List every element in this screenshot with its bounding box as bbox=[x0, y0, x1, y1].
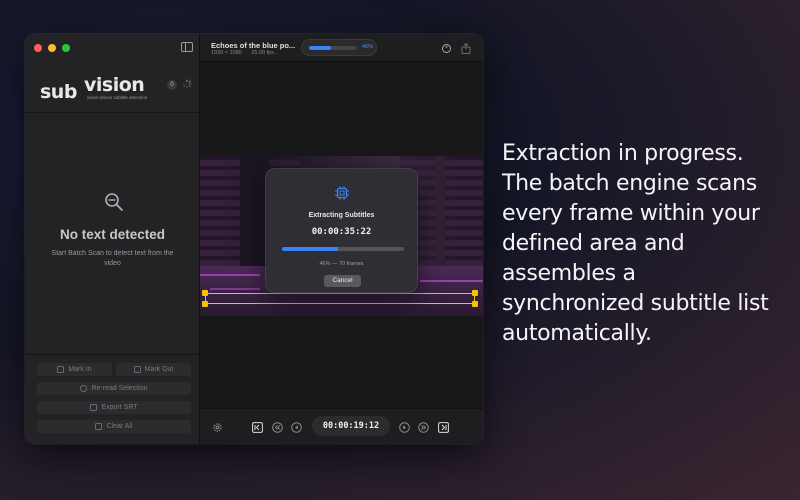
step-back-icon[interactable] bbox=[291, 422, 302, 433]
window-controls bbox=[34, 44, 70, 52]
sidebar-divider bbox=[25, 112, 199, 113]
playhead-timecode: 00:00:19:12 bbox=[312, 416, 390, 436]
dialog-title: Extracting Subtitles bbox=[308, 212, 375, 219]
cancel-button[interactable]: Cancel bbox=[324, 275, 361, 287]
video-neon-stripe-2 bbox=[420, 280, 483, 282]
magnifier-minus-icon bbox=[105, 193, 123, 211]
reread-label: Re-read Selection bbox=[91, 385, 148, 392]
reread-selection-button[interactable]: Re-read Selection bbox=[37, 382, 191, 395]
close-icon[interactable]: × bbox=[442, 44, 451, 53]
settings-gear-icon[interactable] bbox=[212, 422, 223, 433]
dialog-progress-track bbox=[282, 247, 404, 251]
file-meta: 1920 × 1080 25.00 fps... bbox=[211, 50, 279, 56]
empty-state-subtitle: Start Batch Scan to detect text from the… bbox=[51, 250, 174, 267]
mark-in-button[interactable]: Mark In bbox=[37, 363, 112, 376]
selection-handle-top-left[interactable] bbox=[202, 290, 208, 296]
mark-out-icon bbox=[133, 366, 141, 373]
dialog-progress-fill bbox=[282, 247, 339, 251]
minimize-window-button[interactable] bbox=[48, 44, 56, 52]
sidebar-bottom-divider bbox=[25, 354, 199, 355]
scan-progress-label: 46% bbox=[362, 44, 374, 50]
dialog-progress-caption: 46% — 70 frames bbox=[319, 261, 364, 267]
mark-out-label: Mark Out bbox=[144, 366, 174, 373]
file-fps: 25.00 fps... bbox=[251, 50, 279, 56]
trash-icon bbox=[95, 423, 103, 430]
selection-handle-bottom-right[interactable] bbox=[472, 301, 478, 307]
export-label: Export SRT bbox=[101, 404, 138, 411]
skip-forward-icon[interactable] bbox=[418, 422, 429, 433]
clear-all-button[interactable]: Clear All bbox=[37, 420, 191, 433]
video-neon-stripe-1 bbox=[200, 274, 260, 276]
zoom-window-button[interactable] bbox=[62, 44, 70, 52]
scan-progress-pill: 46% bbox=[301, 39, 377, 56]
mark-in-icon bbox=[57, 366, 65, 373]
close-window-button[interactable] bbox=[34, 44, 42, 52]
detected-count-badge: 0 bbox=[167, 80, 177, 90]
export-icon bbox=[90, 404, 98, 411]
jump-to-mark-out-icon[interactable] bbox=[438, 422, 449, 433]
skip-back-icon[interactable] bbox=[272, 422, 283, 433]
playback-controls: 00:00:19:12 bbox=[200, 408, 483, 444]
dialog-timecode: 00:00:35:22 bbox=[311, 227, 372, 237]
clear-label: Clear All bbox=[106, 423, 133, 430]
selection-handle-top-right[interactable] bbox=[472, 290, 478, 296]
mark-out-button[interactable]: Mark Out bbox=[116, 363, 191, 376]
spinner-icon bbox=[182, 79, 192, 89]
file-resolution: 1920 × 1080 bbox=[211, 50, 242, 56]
app-logo: sub vision vision-driven subtitle detect… bbox=[40, 74, 155, 106]
logo-sub-text: sub bbox=[40, 81, 77, 103]
mark-in-label: Mark In bbox=[68, 366, 92, 373]
logo-tagline: vision-driven subtitle detection bbox=[87, 95, 148, 100]
share-icon[interactable] bbox=[461, 43, 471, 54]
export-srt-button[interactable]: Export SRT bbox=[37, 401, 191, 414]
titlebar: Echoes of the blue po... 1920 × 1080 25.… bbox=[200, 34, 483, 62]
scan-progress-track bbox=[309, 46, 357, 50]
marketing-headline: Extraction in progress. The batch engine… bbox=[502, 141, 769, 346]
logo-vision-text: vision bbox=[84, 74, 145, 96]
subtitle-region-selection[interactable] bbox=[205, 293, 475, 304]
empty-state-title: No text detected bbox=[59, 227, 166, 242]
app-window: sub vision vision-driven subtitle detect… bbox=[25, 34, 483, 444]
file-name: Echoes of the blue po... bbox=[211, 41, 296, 50]
jump-to-mark-in-icon[interactable] bbox=[252, 422, 263, 433]
cpu-chip-icon bbox=[335, 186, 349, 200]
sidebar: sub vision vision-driven subtitle detect… bbox=[25, 34, 200, 444]
sidebar-toggle-icon[interactable] bbox=[181, 42, 193, 52]
extraction-progress-dialog: Extracting Subtitles 00:00:35:22 46% — 7… bbox=[265, 168, 418, 293]
video-neon-stripe-3 bbox=[210, 288, 260, 290]
refresh-icon bbox=[80, 385, 88, 392]
scan-progress-fill bbox=[309, 46, 332, 50]
step-forward-icon[interactable] bbox=[399, 422, 410, 433]
selection-handle-bottom-left[interactable] bbox=[202, 301, 208, 307]
main-area: Echoes of the blue po... 1920 × 1080 25.… bbox=[200, 34, 483, 444]
